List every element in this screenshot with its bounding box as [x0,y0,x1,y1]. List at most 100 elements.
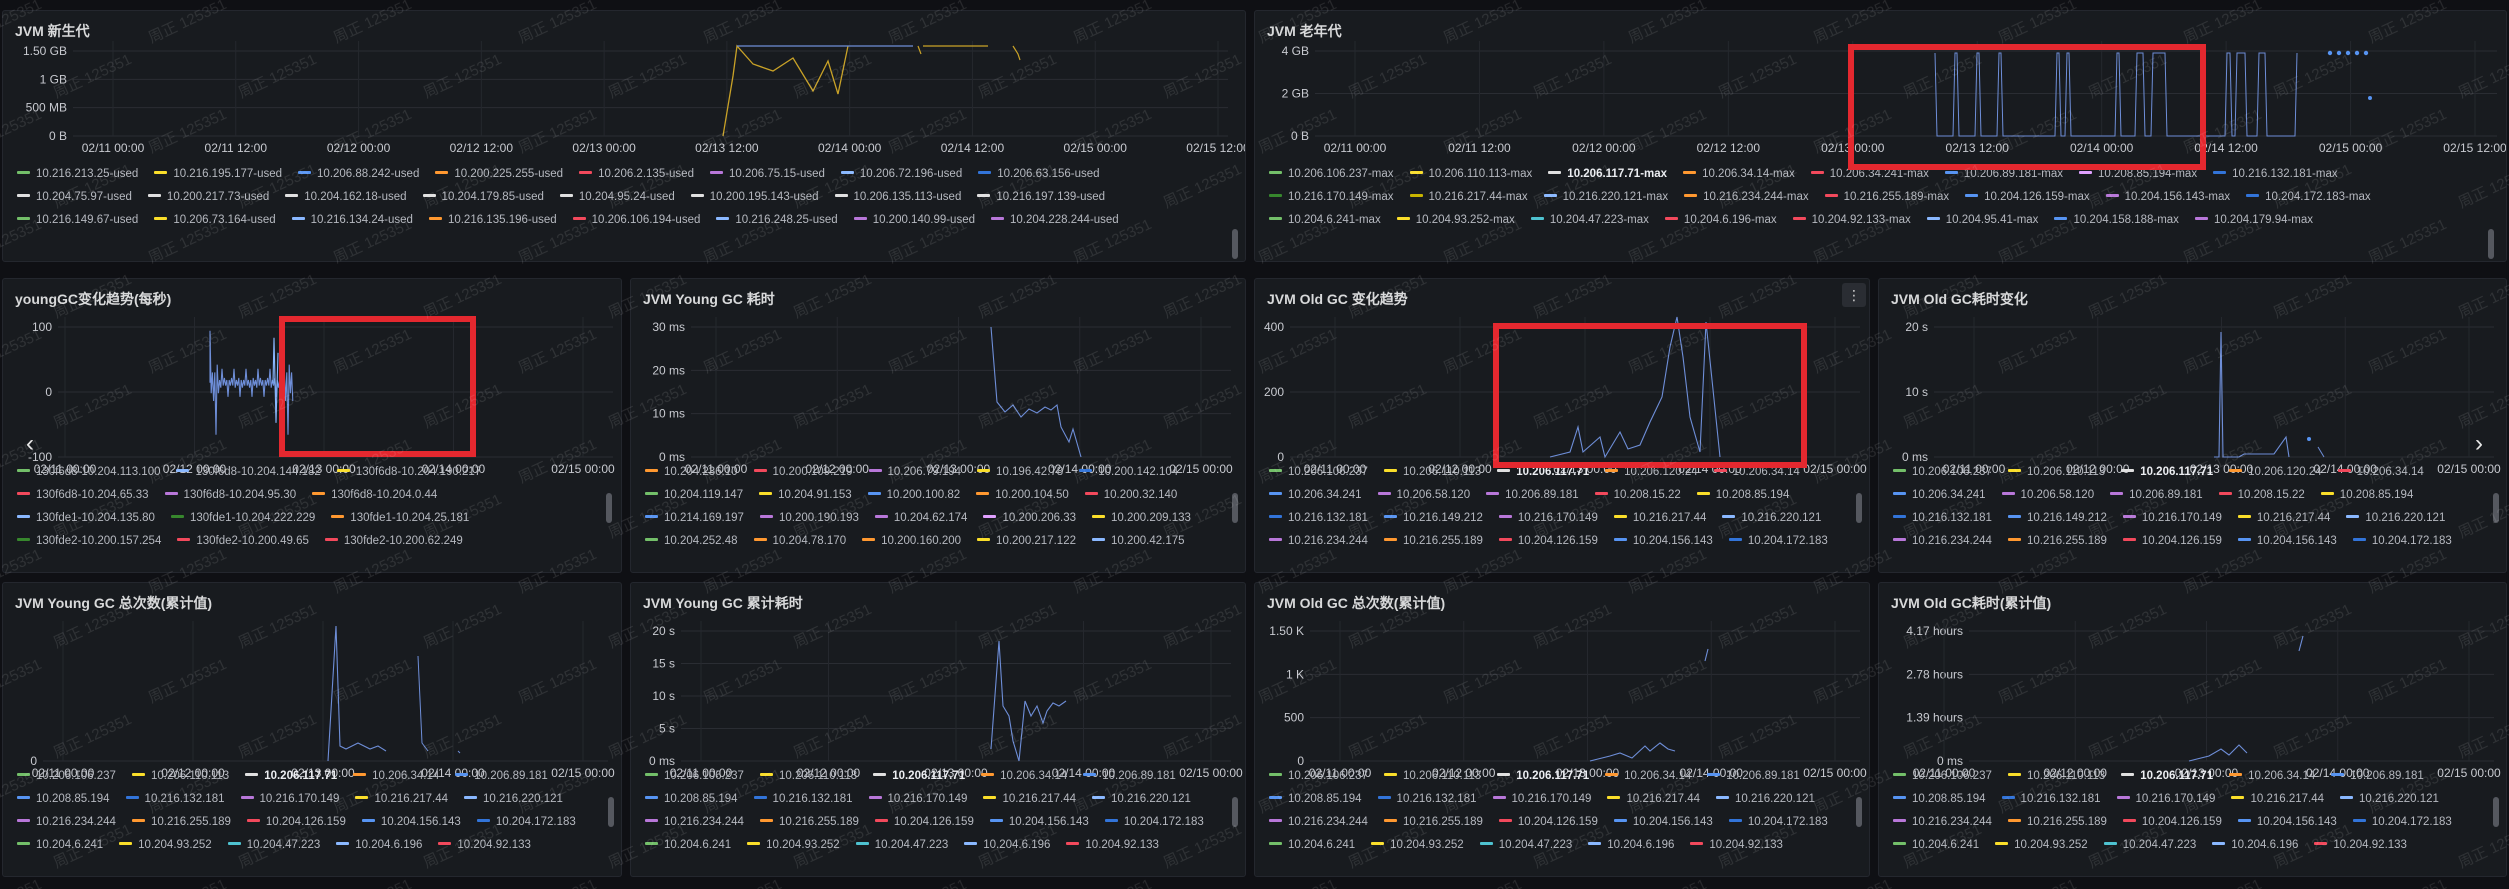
legend-item[interactable]: 10.206.106.237 [1893,461,1992,484]
legend-item[interactable]: 10.204.172.183 [2352,530,2452,553]
legend-scrollbar[interactable] [2488,229,2494,259]
legend-item[interactable]: 10.204.156.143 [2237,530,2337,553]
legend-item[interactable]: 10.204.172.183 [2352,811,2452,834]
legend-item[interactable]: 10.208.85.194 [1696,484,1789,507]
legend-item[interactable]: 10.216.220.121 [464,788,563,811]
legend-item[interactable]: 10.216.220.121 [2340,788,2439,811]
panel-p5[interactable]: JVM Old GC 变化趋势 400 200 0 02/11 00:00 02/12 0… [1254,278,1870,573]
legend-item[interactable]: 10.216.255.189 [2007,811,2107,834]
legend-item[interactable]: 10.206.110.113 [2007,461,2105,484]
legend-item[interactable]: 10.204.126.159 [1498,530,1598,553]
legend-item[interactable]: 10.204.126.159 [246,811,346,834]
legend-item[interactable]: 10.200.109.219 [753,461,853,484]
legend-item[interactable]: 10.204.47.223 [2103,834,2196,857]
legend-item[interactable]: 10.204.6.196 [964,834,1050,857]
legend-item[interactable]: 10.204.78.170 [753,530,846,553]
legend-item[interactable]: 10.216.255.189 [131,811,231,834]
legend-item[interactable]: 10.216.217.44-max [1409,186,1528,209]
legend-item[interactable]: 10.206.34.14 [1713,461,1800,484]
legend-item[interactable]: 10.204.93.252 [747,834,840,857]
legend-item[interactable]: 130f6d8-10.204.144.182 [176,461,321,484]
legend-item[interactable]: 10.206.89.181 [455,765,548,788]
panel-p7[interactable]: JVM Young GC 总次数(累计值) 0 02/11 00:00 02/12 0… [2,582,622,877]
legend-item[interactable]: 130f6d8-10.204.95.30 [164,484,296,507]
legend-item[interactable]: 10.216.170.149 [240,788,339,811]
legend-item[interactable]: 10.208.85.194 [1893,788,1986,811]
legend-item[interactable]: 10.216.197.139-used [977,186,1105,209]
legend-item[interactable]: 10.206.89.181 [2331,765,2424,788]
legend-item[interactable]: 10.216.132.181 [125,788,225,811]
legend-item[interactable]: 10.204.92.133 [438,834,531,857]
legend-item[interactable]: 10.204.156.143 [1613,811,1713,834]
legend-item[interactable]: 10.200.42.175 [1092,530,1185,553]
legend-item[interactable]: 10.200.100.82 [867,484,960,507]
legend-item[interactable]: 10.200.209.133 [1092,507,1191,530]
panel-p2[interactable]: JVM 老年代 4 GB 2 GB 0 B 02/11 00:00 02/11 12:00… [1254,10,2507,262]
panel-p3[interactable]: youngGC变化趋势(每秒) 100 0 -100 02/11 00:00 02/12 … [2,278,622,573]
legend-item[interactable]: 130fde2-10.200.62.249 [324,530,463,553]
legend-item[interactable]: 10.206.34.14 [1605,765,1691,788]
legend-item[interactable]: 10.204.95.41-max [1926,209,2038,232]
legend-item[interactable]: 10.204.47.223-max [1530,209,1649,232]
legend-scrollbar[interactable] [2493,493,2499,523]
legend-item[interactable]: 10.206.106.237 [17,765,116,788]
legend-item[interactable]: 10.204.158.188-max [2054,209,2179,232]
legend-item[interactable]: 10.208.85.194-max [2078,163,2197,186]
legend-item[interactable]: 10.204.126.159 [2122,811,2222,834]
legend-item[interactable]: 10.206.106.194-used [572,209,700,232]
legend-item[interactable]: 10.204.47.223 [227,834,320,857]
legend-item[interactable]: 10.216.234.244 [17,811,116,834]
legend-item[interactable]: 10.206.89.181-max [1944,163,2063,186]
legend-item[interactable]: 10.204.126.159 [874,811,974,834]
legend-item[interactable]: 10.204.6.241 [17,834,103,857]
legend-item[interactable]: 10.204.236.10 [645,461,738,484]
legend-item[interactable]: 10.214.169.197 [645,507,744,530]
legend-item[interactable]: 10.216.248.25-used [716,209,838,232]
legend-item[interactable]: 10.216.217.44 [1607,788,1700,811]
legend-item[interactable]: 10.206.135.113-used [834,186,961,209]
panel-p8[interactable]: JVM Young GC 累计耗时 20 s 15 s 10 s5 s0 ms 02/1… [630,582,1246,877]
legend-item[interactable]: 10.204.172.183 [1104,811,1204,834]
panel-p6[interactable]: JVM Old GC耗时变化 20 s 10 s0 ms 02/11 00:00 02/… [1878,278,2507,573]
legend-scrollbar[interactable] [608,797,614,827]
legend-item[interactable]: 10.216.132.181 [1269,507,1368,530]
legend-item[interactable]: 10.196.42.78 [977,461,1063,484]
legend-item[interactable]: 10.206.34.241 [1893,484,1986,507]
legend-item[interactable]: 10.204.6.196 [336,834,422,857]
legend-item[interactable]: 10.206.79.194 [868,461,961,484]
panel-p1[interactable]: JVM 新生代 1.50 GB 1 GB 500 MB 0 B 02/11 00:00 02… [2,10,1246,262]
legend-scrollbar[interactable] [1856,797,1862,827]
legend-item[interactable]: 10.204.93.252 [119,834,212,857]
legend-item[interactable]: 10.208.85.194 [17,788,110,811]
legend-scrollbar[interactable] [1856,493,1862,523]
legend-item[interactable]: 10.216.217.44 [1613,507,1706,530]
legend-item[interactable]: 10.204.92.133 [2314,834,2407,857]
legend-scrollbar[interactable] [1232,493,1238,523]
legend-item[interactable]: 10.216.234.244 [645,811,744,834]
legend-item[interactable]: 10.208.15.22 [2218,484,2305,507]
legend-scrollbar[interactable] [1232,797,1238,827]
legend-item[interactable]: 10.206.117.71 [873,765,965,788]
legend-item[interactable]: 10.216.135.196-used [428,209,557,232]
legend-item[interactable]: 10.206.117.71-max [1548,163,1667,186]
legend-item[interactable]: 10.200.142.104 [1079,461,1178,484]
legend-item[interactable]: 10.204.91.153 [759,484,852,507]
legend-item[interactable]: 10.200.160.200 [862,530,961,553]
legend-item[interactable]: 10.204.179.85-used [422,186,544,209]
panel-p9[interactable]: JVM Old GC 总次数(累计值) 1.50 K1 K 500 0 02/11 00… [1254,582,1870,877]
prev-panel-button[interactable]: ‹ [16,424,44,464]
legend-item[interactable]: 130fde1-10.204.25.181 [331,507,469,530]
legend-item[interactable]: 130f6d8-10.204.65.33 [17,484,149,507]
legend-item[interactable]: 10.216.234.244 [1269,530,1368,553]
legend-item[interactable]: 10.204.6.196 [2212,834,2298,857]
legend-item[interactable]: 10.204.6.241 [645,834,731,857]
legend-item[interactable]: 10.204.156.143 [2237,811,2337,834]
legend-item[interactable]: 10.200.32.140 [1084,484,1177,507]
legend-item[interactable]: 10.206.120.24 [2229,461,2322,484]
legend-item[interactable]: 10.216.134.24-used [291,209,413,232]
legend-item[interactable]: 10.204.172.183 [1728,530,1828,553]
legend-item[interactable]: 10.206.58.120 [1377,484,1470,507]
legend-item[interactable]: 10.204.126.159 [1498,811,1598,834]
legend-item[interactable]: 10.216.255.189 [1383,530,1483,553]
legend-item[interactable]: 10.206.89.181 [1486,484,1579,507]
